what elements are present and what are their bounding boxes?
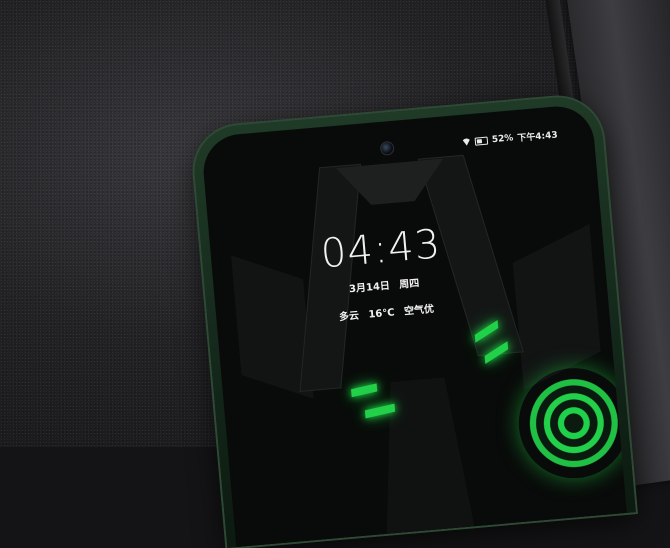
wallpaper-plate [373, 376, 477, 543]
weekday-text: 周四 [398, 278, 420, 291]
phone: 52% 下午4:43 04:43 3月14日 周四 多云 16°C 空气优 [190, 93, 636, 548]
lock-weather: 多云 16°C 空气优 [296, 296, 477, 327]
phone-screen[interactable]: 52% 下午4:43 04:43 3月14日 周四 多云 16°C 空气优 [200, 103, 627, 548]
wallpaper-glow-bar [351, 383, 378, 398]
weather-condition: 多云 [338, 310, 360, 324]
battery-percent: 52% [491, 132, 514, 145]
air-quality: 空气优 [403, 303, 435, 318]
wallpaper-plate [510, 224, 604, 390]
wifi-icon [462, 138, 472, 146]
lock-screen-info: 04:43 3月14日 周四 多云 16°C 空气优 [289, 220, 476, 327]
front-camera-icon [379, 140, 395, 156]
date-text: 3月14日 [348, 280, 391, 296]
battery-icon [474, 136, 489, 146]
status-bar: 52% 下午4:43 [461, 128, 558, 149]
status-time: 下午4:43 [517, 130, 559, 144]
temperature: 16°C [368, 307, 396, 321]
